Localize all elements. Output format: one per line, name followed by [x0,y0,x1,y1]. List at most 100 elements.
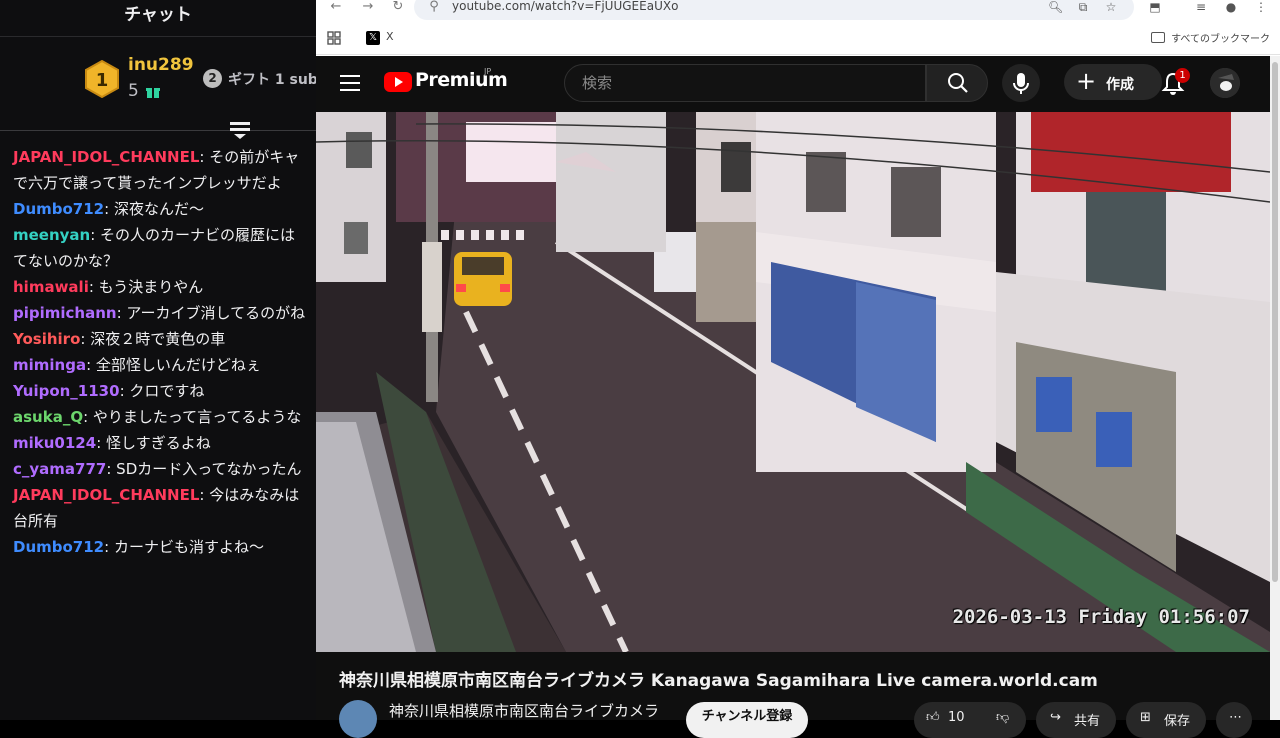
chat-text: : もう決まりやん [88,278,204,296]
zoom-icon[interactable]: 🔍︎ [1048,0,1063,14]
chat-message: himawali: もう決まりやん [0,274,316,300]
notification-count-badge: 1 [1175,68,1190,83]
page-scrollbar[interactable] [1270,56,1280,720]
url-text[interactable]: youtube.com/watch?v=FjUUGEEaUXo [452,0,678,13]
more-actions-button[interactable]: ⋯ [1216,702,1252,738]
gift-username[interactable]: inu289 [128,55,194,75]
chat-username[interactable]: Dumbo712 [13,538,104,556]
chat-message: Dumbo712: 深夜なんだ〜 [0,196,316,222]
chat-message: pipimichann: アーカイブ消してるのがね [0,300,316,326]
voice-search-button[interactable] [1002,64,1040,102]
chat-text: : 怪しすぎるよね [96,434,211,452]
dislike-icon[interactable]: 👎︎ [996,710,1009,725]
chat-title: チャット [124,4,192,25]
address-bar-row: ← → ↻ ⚲ youtube.com/watch?v=FjUUGEEaUXo … [316,0,1280,22]
share-button[interactable]: ↪ 共有 [1036,702,1116,738]
video-player[interactable]: 2026-03-13 Friday 01:56:07 [316,112,1270,652]
youtube-brand[interactable]: Premium [415,69,508,91]
chat-username[interactable]: pipimichann [13,304,117,322]
channel-avatar[interactable] [339,700,377,738]
chat-message: Yuipon_1130: クロですね [0,378,316,404]
chat-message: JAPAN_IDOL_CHANNEL: その前がキャ で六万で譲って貰ったインプレ… [0,144,316,196]
extensions-icon[interactable]: ⬒ [1148,0,1162,14]
all-bookmarks-label: すべてのブックマーク [1171,34,1270,45]
x-logo-icon[interactable]: 𝕏 [366,31,380,45]
bookmark-x-label[interactable]: X [386,30,394,43]
chat-username[interactable]: JAPAN_IDOL_CHANNEL [13,486,199,504]
back-arrow-icon[interactable]: ← [328,0,344,16]
chat-text: : その人のカーナビの履歴には [90,226,296,244]
microphone-icon [1013,73,1029,94]
youtube-header: Premium JP + 作成 1 [316,56,1270,112]
chat-message: asuka_Q: やりましたって言ってるような [0,404,316,430]
chat-text: : 深夜なんだ〜 [104,200,204,218]
folder-icon [1151,32,1166,43]
like-dislike-group: 👍︎ 10 👎︎ [914,702,1026,738]
chat-text: : 全部怪しいんだけどねぇ [86,356,261,374]
bookmarks-bar: 𝕏 X すべてのブックマーク [316,22,1280,55]
gift-badge-2: 2 [203,69,222,88]
gift-rank-badge-icon: 1 [85,60,119,98]
chat-message-list: JAPAN_IDOL_CHANNEL: その前がキャ で六万で譲って貰ったインプレ… [0,144,316,560]
channel-name[interactable]: 神奈川県相模原市南区南台ライブカメラ [389,700,659,721]
search-button[interactable] [926,64,988,102]
menu-icon[interactable] [340,75,360,91]
chat-message: Dumbo712: カーナビも消すよね〜 [0,534,316,560]
chat-text: : 深夜２時で黄色の車 [80,330,226,348]
search-icon [948,73,968,93]
gift-icon [146,88,160,98]
more-dots-icon: ⋯ [1229,710,1242,725]
avatar-image-icon [1210,68,1240,98]
chat-text-continued: 台所有 [13,512,59,530]
video-title: 神奈川県相模原市南区南台ライブカメラ Kanagawa Sagamihara L… [339,671,1098,691]
chat-text: : やりましたって言ってるような [83,408,302,426]
like-count[interactable]: 10 [948,710,965,725]
chat-text: : 今はみなみは [199,486,300,504]
gift-text: ギフト 1 sub [228,72,316,88]
collapse-icon[interactable] [228,120,252,140]
save-button[interactable]: ⊞ 保存 [1126,702,1206,738]
chat-message: c_yama777: SDカード入ってなかったん [0,456,316,482]
create-label: 作成 [1106,77,1134,93]
all-bookmarks[interactable]: すべてのブックマーク [1151,30,1270,45]
chat-username[interactable]: meenyan [13,226,90,244]
chat-header: チャット [0,0,316,37]
chat-username[interactable]: miku0124 [13,434,96,452]
forward-arrow-icon[interactable]: → [360,0,376,16]
youtube-logo-icon[interactable] [384,72,412,92]
chat-username[interactable]: JAPAN_IDOL_CHANNEL [13,148,199,166]
apps-grid-icon[interactable] [327,31,341,45]
save-icon: ⊞ [1140,710,1151,725]
chat-username[interactable]: Yosihiro [13,330,80,348]
street-camera-scene [316,112,1270,652]
chat-username[interactable]: Yuipon_1130 [13,382,120,400]
menu-dots-icon[interactable]: ⋮ [1254,0,1268,14]
profile-icon[interactable]: ● [1224,0,1238,14]
svg-text:1: 1 [96,70,109,91]
subscribe-button[interactable]: チャンネル登録 [686,702,808,738]
chat-text: : SDカード入ってなかったん [106,460,302,478]
reading-list-icon[interactable]: ≡ [1194,0,1208,14]
chat-username[interactable]: himawali [13,278,89,296]
create-button[interactable]: + 作成 [1064,64,1162,100]
chat-message: miku0124: 怪しすぎるよね [0,430,316,456]
search-input[interactable] [580,64,924,102]
reload-icon[interactable]: ↻ [390,0,406,16]
chat-divider [0,130,316,131]
site-info-icon[interactable]: ⚲ [426,0,442,16]
chat-username[interactable]: c_yama777 [13,460,106,478]
chat-username[interactable]: mimingа [13,356,86,374]
bookmark-star-icon[interactable]: ☆ [1104,0,1118,14]
scrollbar-thumb[interactable] [1272,62,1278,582]
region-code: JP [484,67,492,76]
browser-window: ← → ↻ ⚲ youtube.com/watch?v=FjUUGEEaUXo … [316,0,1280,738]
install-app-icon[interactable]: ⧉ [1076,0,1090,14]
chat-username[interactable]: asuka_Q [13,408,83,426]
chat-username[interactable]: Dumbo712 [13,200,104,218]
gift-count: 5 [128,81,139,101]
chat-text: : アーカイブ消してるのがね [116,304,306,322]
account-avatar[interactable] [1210,68,1240,98]
plus-icon: + [1076,67,1097,95]
share-icon: ↪ [1050,710,1061,725]
like-icon[interactable]: 👍︎ [926,710,940,725]
